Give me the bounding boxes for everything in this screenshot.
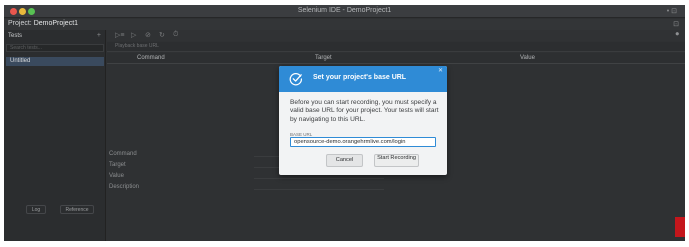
speed-icon[interactable]: ⏱	[173, 31, 178, 39]
base-url-bar[interactable]: Playback base URL	[107, 42, 685, 52]
playback-toolbar: ▷≡ ▷ ⊘ ↻ ⏱ ⏺	[107, 30, 685, 41]
project-label-text: Project:	[8, 20, 32, 27]
sidebar: Tests + Search tests... Untitled Log Ref…	[4, 30, 106, 241]
project-name[interactable]: DemoProject1	[34, 20, 78, 27]
close-icon[interactable]: ✕	[438, 67, 443, 74]
record-icon[interactable]: ⏺	[676, 31, 680, 39]
add-test-icon[interactable]: +	[97, 32, 101, 39]
dialog-title: Set your project's base URL	[313, 74, 407, 81]
command-table-header: Command Target Value	[107, 53, 685, 64]
sidebar-header[interactable]: Tests	[8, 33, 22, 39]
base-url-input[interactable]	[290, 137, 436, 147]
cancel-button[interactable]: Cancel	[326, 154, 363, 167]
base-url-dialog: Set your project's base URL ✕ Before you…	[279, 66, 447, 175]
description-field-label: Description	[109, 184, 140, 190]
window-controls-icon[interactable]: • ⊡	[667, 7, 677, 15]
reference-tab[interactable]: Reference	[60, 205, 94, 214]
column-value: Value	[520, 55, 535, 61]
pause-exceptions-icon[interactable]: ↻	[159, 31, 165, 39]
log-tab[interactable]: Log	[26, 205, 46, 214]
check-circle-icon	[289, 73, 303, 86]
start-recording-button[interactable]: Start Recording	[374, 154, 419, 167]
project-menu-icon[interactable]: ⊡	[673, 20, 679, 28]
window-title: Selenium IDE - DemoProject1	[297, 7, 392, 14]
run-all-icon[interactable]: ▷≡	[115, 31, 124, 39]
test-search-input[interactable]: Search tests...	[6, 44, 104, 52]
value-field-label: Value	[109, 173, 124, 179]
side-badge	[675, 217, 685, 237]
sidebar-footer: Log Reference	[4, 203, 106, 217]
command-field-label: Command	[109, 151, 137, 157]
run-test-icon[interactable]: ▷	[131, 31, 136, 39]
column-command: Command	[137, 55, 165, 61]
project-bar: Project: DemoProject1 ⊡	[4, 19, 685, 30]
dialog-header: Set your project's base URL ✕	[279, 66, 447, 92]
project-label: Project: DemoProject1	[8, 20, 78, 27]
sidebar-item-untitled[interactable]: Untitled	[6, 57, 104, 66]
column-target: Target	[315, 55, 332, 61]
value-field-line[interactable]	[254, 178, 384, 179]
base-url-placeholder: Playback base URL	[115, 43, 159, 49]
target-field-label: Target	[109, 162, 126, 168]
dialog-message: Before you can start recording, you must…	[290, 99, 439, 123]
disable-breakpoints-icon[interactable]: ⊘	[145, 31, 151, 39]
title-bar: Selenium IDE - DemoProject1 • ⊡	[4, 5, 685, 18]
description-field-line[interactable]	[254, 189, 384, 190]
